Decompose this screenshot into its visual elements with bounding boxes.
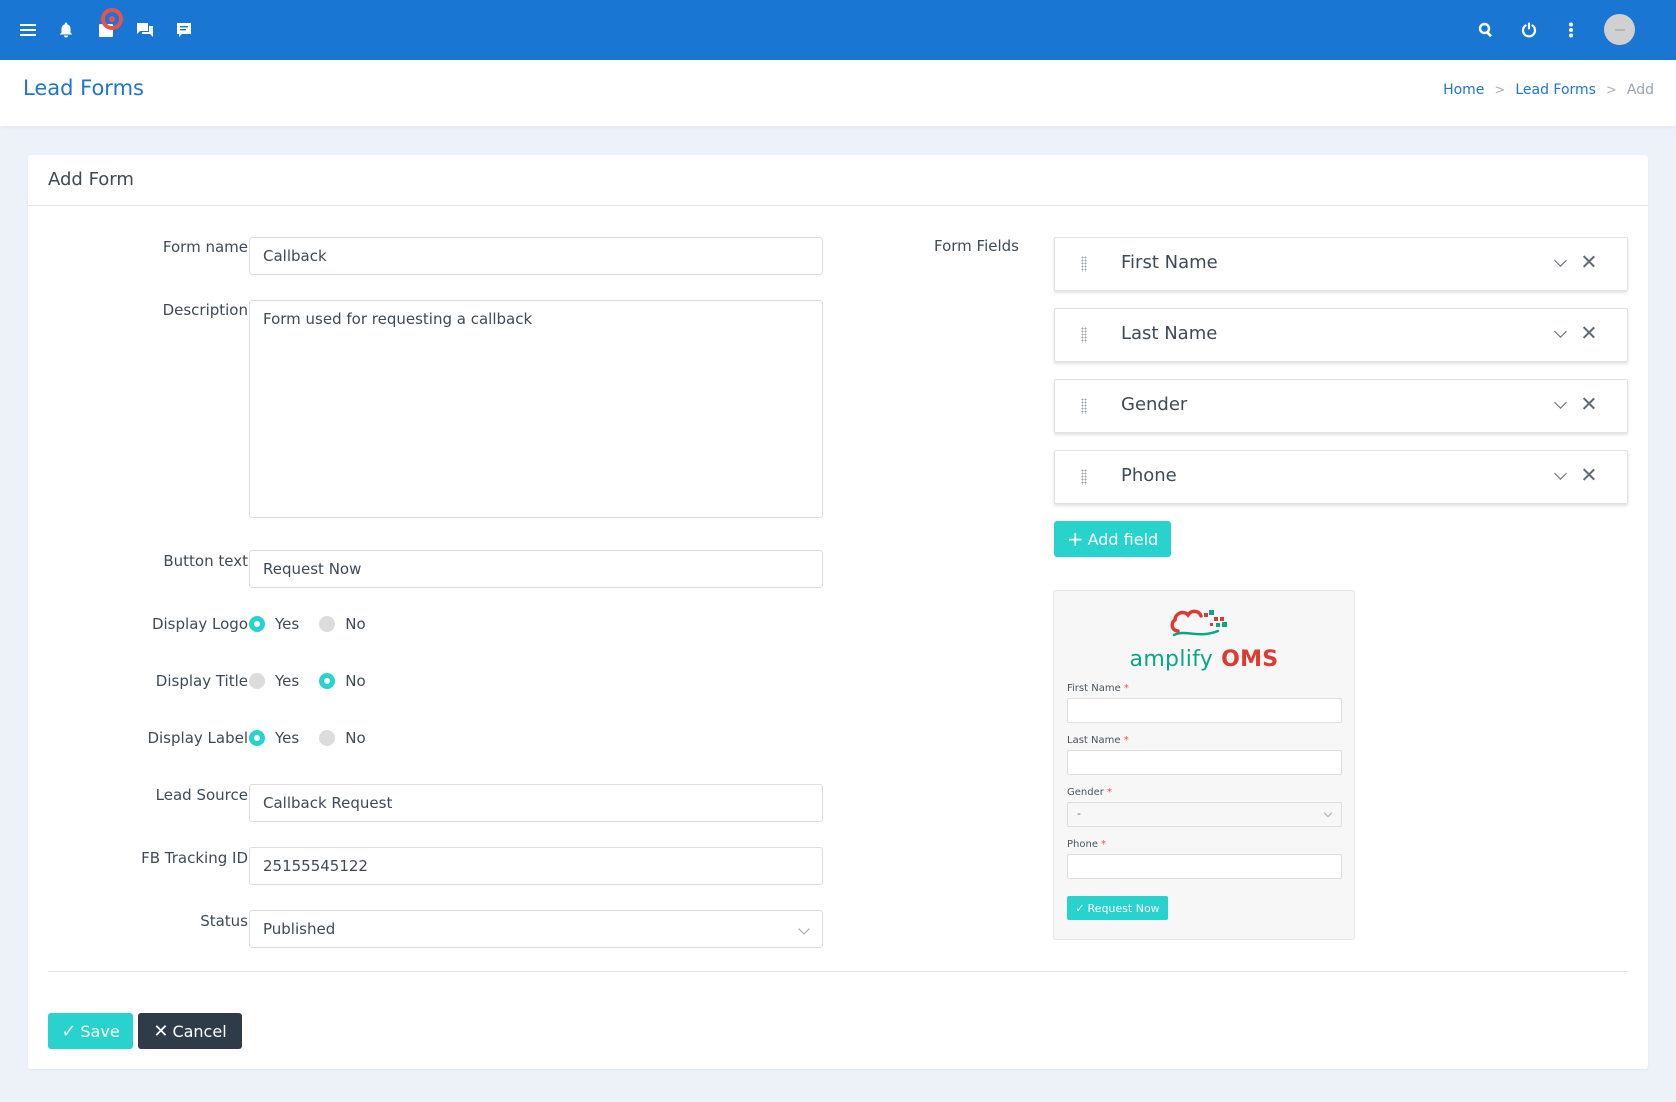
power-icon[interactable] [1517, 18, 1541, 42]
display-title-label: Display Title [155, 672, 248, 690]
button-text-input[interactable] [249, 550, 823, 588]
fb-tracking-id-label: FB Tracking ID [141, 849, 248, 867]
drag-handle-icon[interactable] [1081, 256, 1087, 272]
chevron-down-icon[interactable] [1554, 325, 1567, 338]
form-field-name: Phone [1121, 465, 1177, 486]
display-title-radio-group: Yes No [249, 672, 386, 690]
divider [48, 971, 1628, 972]
more-vertical-icon[interactable] [1559, 18, 1583, 42]
preview-request-now-button[interactable]: ✓ Request Now [1067, 896, 1168, 920]
breadcrumb-separator: > [1494, 82, 1506, 98]
status-select[interactable]: Published [249, 910, 823, 948]
preview-gender-select[interactable]: - [1067, 802, 1342, 827]
display-title-yes[interactable]: Yes [249, 672, 299, 690]
radio-checked[interactable] [319, 673, 336, 689]
breadcrumb-separator: > [1605, 82, 1617, 98]
display-logo-radio-group: Yes No [249, 615, 386, 633]
search-icon[interactable] [1474, 18, 1498, 42]
logo-word-amplify: amplify [1129, 647, 1214, 672]
form-field-name: First Name [1121, 252, 1218, 273]
card-title: Add Form [28, 155, 1648, 206]
breadcrumb-current: Add [1626, 82, 1654, 98]
drag-handle-icon[interactable] [1081, 469, 1087, 485]
display-logo-label: Display Logo [151, 615, 248, 633]
menu-icon[interactable] [16, 18, 40, 42]
display-label-yes[interactable]: Yes [249, 729, 299, 747]
add-field-button[interactable]: + Add field [1054, 521, 1171, 557]
notification-badge [101, 8, 123, 30]
breadcrumb-home[interactable]: Home [1443, 82, 1484, 98]
form-field-name: Gender [1121, 394, 1188, 415]
plus-icon: + [1066, 527, 1084, 551]
chevron-down-icon [1323, 808, 1333, 818]
display-logo-no[interactable]: No [319, 615, 366, 633]
amplify-oms-logo: amplify OMS [1054, 605, 1354, 672]
bell-icon[interactable] [54, 18, 78, 42]
button-text-label: Button text [163, 552, 248, 570]
preview-field-label: Last Name * [1067, 735, 1129, 746]
status-label: Status [200, 912, 248, 930]
message-icon[interactable] [172, 18, 196, 42]
display-title-no[interactable]: No [319, 672, 366, 690]
close-icon[interactable] [1579, 394, 1599, 414]
save-button[interactable]: ✓ Save [48, 1013, 133, 1049]
logo-word-oms: OMS [1221, 647, 1279, 672]
lead-source-input[interactable] [249, 784, 823, 822]
display-label-radio-group: Yes No [249, 729, 386, 747]
preview-field-label: Phone * [1067, 839, 1107, 850]
display-label-no[interactable]: No [319, 729, 366, 747]
close-icon[interactable] [1579, 323, 1599, 343]
page-title: Lead Forms [23, 76, 144, 100]
radio-unchecked[interactable] [319, 616, 336, 632]
cancel-button[interactable]: ✕ Cancel [138, 1013, 242, 1049]
form-field-item[interactable]: Gender [1054, 379, 1628, 433]
drag-handle-icon[interactable] [1081, 327, 1087, 343]
radio-unchecked[interactable] [319, 730, 336, 746]
chevron-down-icon[interactable] [1554, 254, 1567, 267]
chevron-down-icon[interactable] [1554, 396, 1567, 409]
form-name-label: Form name [162, 238, 248, 256]
form-name-input[interactable] [249, 237, 823, 275]
chat-icon[interactable] [133, 18, 157, 42]
check-icon: ✓ [61, 1020, 77, 1042]
drag-handle-icon[interactable] [1081, 398, 1087, 414]
chevron-down-icon[interactable] [1554, 467, 1567, 480]
cloud-logo-icon [1170, 609, 1227, 637]
display-logo-yes[interactable]: Yes [249, 615, 299, 633]
fb-tracking-id-input[interactable] [249, 847, 823, 885]
preview-field-label: Gender * [1067, 787, 1113, 798]
radio-unchecked[interactable] [249, 673, 265, 689]
user-avatar[interactable] [1604, 14, 1635, 45]
radio-checked[interactable] [249, 616, 265, 632]
preview-first-name-input[interactable] [1067, 698, 1342, 723]
description-textarea[interactable]: Form used for requesting a callback [249, 300, 823, 518]
form-field-name: Last Name [1121, 323, 1218, 344]
breadcrumb-lead-forms[interactable]: Lead Forms [1515, 82, 1596, 98]
description-label: Description [162, 301, 248, 319]
lead-source-label: Lead Source [155, 786, 248, 804]
preview-field-label: First Name * [1067, 683, 1129, 694]
close-icon[interactable] [1579, 465, 1599, 485]
page-header: Lead Forms Home > Lead Forms > Add [0, 60, 1676, 126]
preview-phone-input[interactable] [1067, 854, 1342, 879]
form-fields-label: Form Fields [934, 237, 1019, 255]
add-form-card: Add Form Form name Description Form used… [28, 155, 1648, 1069]
form-preview: amplify OMS First Name * Last Name * Gen… [1053, 590, 1355, 940]
chevron-down-icon [798, 923, 810, 935]
radio-checked[interactable] [249, 730, 265, 746]
close-icon: ✕ [153, 1020, 169, 1042]
display-label-label: Display Label [147, 729, 248, 747]
form-field-item[interactable]: Phone [1054, 450, 1628, 504]
form-field-item[interactable]: Last Name [1054, 308, 1628, 362]
breadcrumb: Home > Lead Forms > Add [1443, 82, 1654, 98]
form-field-item[interactable]: First Name [1054, 237, 1628, 291]
status-value: Published [263, 920, 336, 938]
close-icon[interactable] [1579, 252, 1599, 272]
top-app-bar [0, 0, 1676, 60]
preview-last-name-input[interactable] [1067, 750, 1342, 775]
check-icon: ✓ [1075, 901, 1085, 915]
